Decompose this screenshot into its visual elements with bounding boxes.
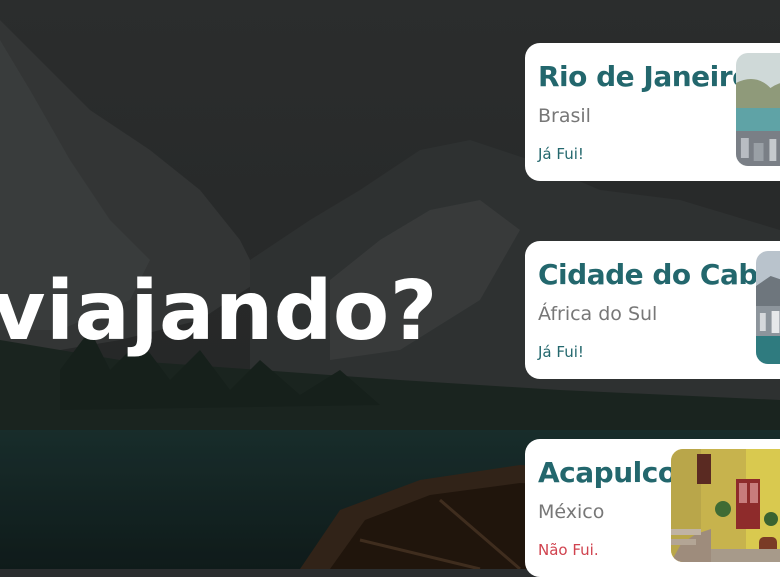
destination-name: Rio de Janeiro xyxy=(538,60,751,93)
destination-country: África do Sul xyxy=(538,303,658,325)
destination-name: Cidade do Cabo xyxy=(538,258,777,291)
destination-card-rio-de-janeiro[interactable]: Rio de Janeiro Brasil Já Fui! xyxy=(525,43,780,181)
destination-photo xyxy=(671,449,780,562)
not-visited-status: Não Fui. xyxy=(538,541,599,559)
destination-name: Acapulco xyxy=(538,456,677,489)
destination-photo xyxy=(736,53,780,166)
destination-photo xyxy=(756,251,780,364)
visited-status: Já Fui! xyxy=(538,145,584,163)
destination-country: Brasil xyxy=(538,105,591,127)
visited-status: Já Fui! xyxy=(538,343,584,361)
destination-card-cidade-do-cabo[interactable]: Cidade do Cabo África do Sul Já Fui! xyxy=(525,241,780,379)
hero-heading: viajando? xyxy=(0,264,438,359)
destination-card-acapulco[interactable]: Acapulco México Não Fui. xyxy=(525,439,780,577)
destination-country: México xyxy=(538,501,605,523)
